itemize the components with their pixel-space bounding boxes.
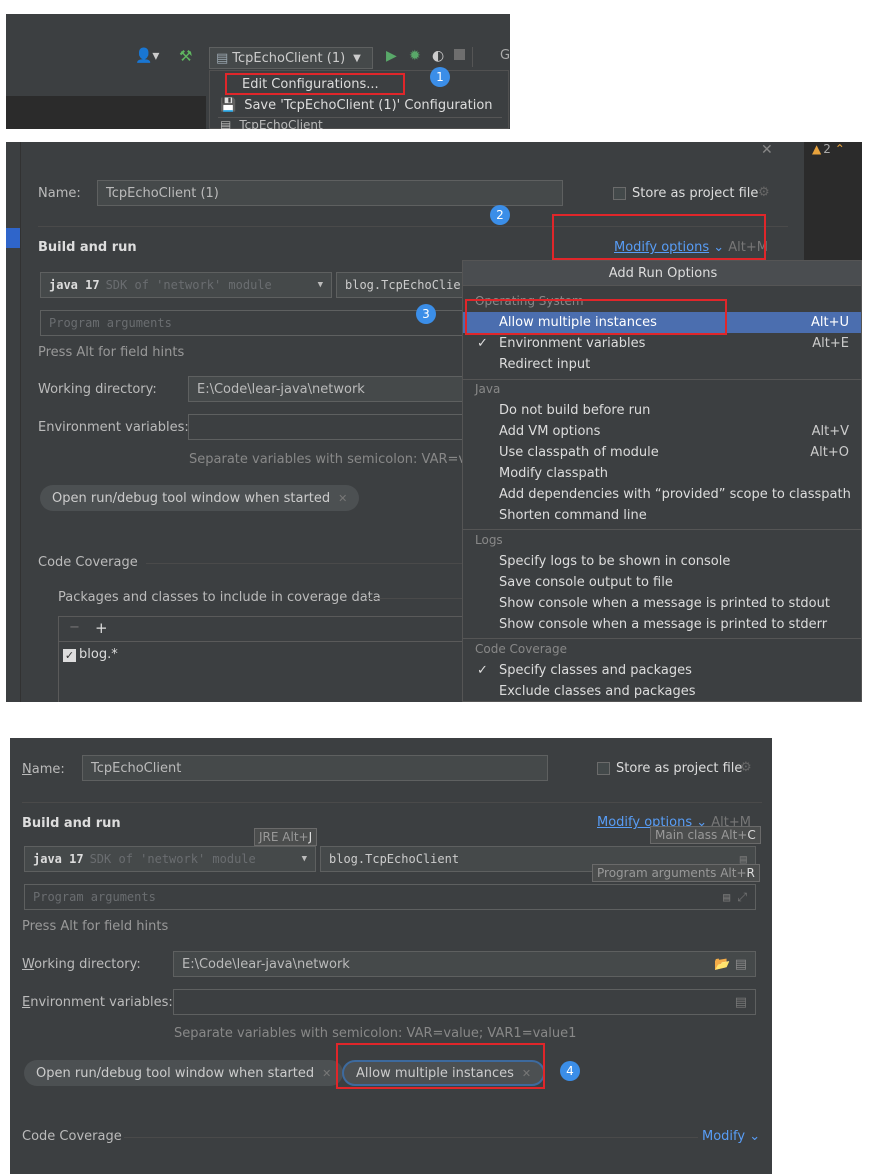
logs-section: Logs: [475, 533, 503, 547]
working-directory-label: Working directory:: [38, 382, 157, 397]
run-config-label: TcpEchoClient (1): [232, 50, 346, 66]
name-field[interactable]: TcpEchoClient: [82, 755, 548, 781]
run-config-selector[interactable]: ▤ TcpEchoClient (1) ▼: [209, 47, 373, 69]
store-project-checkbox[interactable]: [597, 762, 610, 775]
working-directory-field[interactable]: E:\Code\lear-java\network 📂 ▤: [173, 951, 756, 977]
redirect-input-item[interactable]: Redirect input: [463, 354, 861, 375]
warning-icon[interactable]: ▲ 2 ⌃: [812, 142, 845, 156]
coverage-item[interactable]: blog.*: [79, 647, 118, 662]
exclude-classes-item[interactable]: Exclude classes and packages: [463, 681, 861, 701]
jre-tooltip: JRE Alt+J: [254, 828, 318, 846]
environment-variables-label: Environment variables:: [22, 995, 173, 1010]
working-directory-field[interactable]: E:\Code\lear-java\network: [188, 376, 466, 402]
git-icon[interactable]: G: [500, 48, 510, 63]
open-tool-window-pill[interactable]: Open run/debug tool window when started ✕: [40, 485, 360, 511]
save-console-item[interactable]: Save console output to file: [463, 572, 861, 593]
highlight-box-2: [552, 214, 766, 260]
field-hints-text: Press Alt for field hints: [22, 919, 169, 934]
highlight-box-4: [336, 1043, 545, 1089]
coverage-list: − + ✓ blog.*: [58, 616, 468, 702]
store-project-checkbox[interactable]: [613, 187, 626, 200]
folder-icon: 📂 ▤: [714, 956, 747, 972]
program-arguments-field[interactable]: Program arguments: [40, 310, 466, 336]
hammer-icon[interactable]: ⚒: [179, 47, 192, 65]
open-tool-window-pill[interactable]: Open run/debug tool window when started ✕: [24, 1060, 344, 1086]
build-run-heading: Build and run: [22, 816, 121, 831]
config-file-icon: ▤: [216, 50, 229, 66]
provided-scope-item[interactable]: Add dependencies with “provided” scope t…: [463, 484, 861, 505]
chevron-down-icon: ▼: [353, 52, 361, 64]
name-label: Name:: [22, 762, 65, 777]
build-run-heading: Build and run: [38, 240, 137, 255]
show-stdout-item[interactable]: Show console when a message is printed t…: [463, 593, 861, 614]
do-not-build-item[interactable]: Do not build before run: [463, 400, 861, 421]
program-arguments-field[interactable]: Program arguments ▤ ⤢: [24, 884, 756, 910]
name-field[interactable]: TcpEchoClient (1): [97, 180, 563, 206]
gear-icon[interactable]: ⚙: [740, 760, 752, 775]
add-icon[interactable]: +: [95, 619, 108, 637]
debug-icon[interactable]: ✹: [409, 48, 421, 64]
environment-variables-field[interactable]: [188, 414, 466, 440]
separator: [472, 47, 473, 67]
use-classpath-item[interactable]: Use classpath of module Alt+O: [463, 442, 861, 463]
environment-variables-label: Environment variables:: [38, 420, 189, 435]
coverage-section: Code Coverage: [475, 642, 568, 656]
gear-icon[interactable]: ⚙: [758, 185, 770, 200]
modify-link[interactable]: Modify ⌄: [702, 1129, 760, 1144]
env-separator-hint: Separate variables with semicolon: VAR=v…: [189, 452, 486, 467]
close-icon[interactable]: ✕: [761, 142, 773, 158]
highlight-box-3: [465, 299, 727, 335]
run-config-dialog-1: ✕ ▲ 2 ⌃ Name: TcpEchoClient (1) Store as …: [6, 142, 862, 702]
coverage-checkbox[interactable]: ✓: [63, 649, 76, 662]
remove-icon[interactable]: −: [69, 620, 80, 635]
stop-icon[interactable]: [454, 49, 465, 60]
toolbar-panel: 👤▾ ⚒ ▤ TcpEchoClient (1) ▼ ▶ ✹ ◐ G Edit …: [6, 14, 510, 129]
jre-selector[interactable]: java 17 SDK of 'network' module ▼: [24, 846, 316, 872]
working-directory-label: Working directory:: [22, 957, 141, 972]
jre-selector[interactable]: java 17 SDK of 'network' module ▼: [40, 272, 332, 298]
save-configuration-item[interactable]: 💾 Save 'TcpEchoClient (1)' Configuration: [210, 95, 508, 115]
show-stderr-item[interactable]: Show console when a message is printed t…: [463, 614, 861, 635]
store-project-label[interactable]: Store as project file: [632, 186, 758, 201]
popup-title: Add Run Options: [608, 265, 718, 281]
config-file-icon: ▤: [220, 119, 232, 129]
modify-classpath-item[interactable]: Modify classpath: [463, 463, 861, 484]
main-class-field[interactable]: blog.TcpEchoClie: [336, 272, 466, 298]
environment-variables-item[interactable]: ✓ Environment variables Alt+E: [463, 333, 861, 354]
main-class-tooltip: Main class Alt+C: [650, 826, 761, 844]
config-list-item[interactable]: ▤ TcpEchoClient: [220, 119, 323, 129]
close-icon: ✕: [338, 491, 348, 505]
field-hints-text: Press Alt for field hints: [38, 345, 185, 360]
env-separator-hint: Separate variables with semicolon: VAR=v…: [174, 1026, 577, 1041]
shorten-command-item[interactable]: Shorten command line: [463, 505, 861, 526]
code-coverage-heading: Code Coverage: [38, 555, 138, 570]
step-badge-2: 2: [490, 205, 510, 225]
specify-classes-item[interactable]: ✓ Specify classes and packages: [463, 660, 861, 681]
coverage-icon[interactable]: ◐: [432, 48, 444, 64]
environment-variables-field[interactable]: ▤: [173, 989, 756, 1015]
program-arguments-tooltip: Program arguments Alt+R: [592, 864, 760, 882]
java-section: Java: [475, 382, 501, 396]
chevron-down-icon: ▼: [317, 280, 323, 290]
name-label: Name:: [38, 186, 81, 201]
browse-icon: ▤: [734, 994, 747, 1010]
specify-logs-item[interactable]: Specify logs to be shown in console: [463, 551, 861, 572]
packages-label: Packages and classes to include in cover…: [58, 590, 381, 605]
user-icon[interactable]: 👤▾: [135, 48, 159, 64]
step-badge-1: 1: [430, 67, 450, 87]
check-icon: ✓: [477, 663, 488, 678]
highlight-box-1: [225, 73, 405, 95]
code-coverage-heading: Code Coverage: [22, 1129, 122, 1144]
store-project-label[interactable]: Store as project file: [616, 761, 742, 776]
step-badge-3: 3: [416, 304, 436, 324]
save-icon: 💾: [220, 97, 237, 113]
chevron-down-icon: ▼: [301, 854, 307, 864]
add-vm-options-item[interactable]: Add VM options Alt+V: [463, 421, 861, 442]
run-icon[interactable]: ▶: [386, 48, 397, 64]
check-icon: ✓: [477, 336, 488, 351]
close-icon: ✕: [322, 1066, 332, 1080]
run-config-dialog-2: Name: TcpEchoClient Store as project fil…: [10, 738, 772, 1174]
expand-icon: ▤ ⤢: [722, 889, 747, 904]
step-badge-4: 4: [560, 1061, 580, 1081]
